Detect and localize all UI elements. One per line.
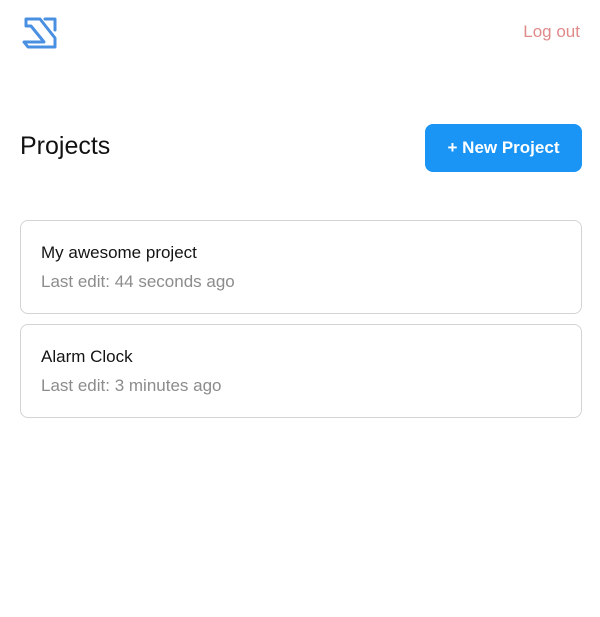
project-last-edit: Last edit: 3 minutes ago [41, 376, 222, 395]
page-title: Projects [20, 132, 111, 160]
project-name: Alarm Clock [41, 347, 133, 366]
logout-link[interactable]: Log out [523, 22, 580, 42]
project-card[interactable]: Alarm Clock Last edit: 3 minutes ago [20, 324, 582, 418]
project-name: My awesome project [41, 243, 197, 262]
new-project-button[interactable]: + New Project [425, 124, 582, 172]
app-header: Log out [0, 0, 600, 70]
project-list: My awesome project Last edit: 44 seconds… [20, 220, 582, 428]
project-card[interactable]: My awesome project Last edit: 44 seconds… [20, 220, 582, 314]
project-last-edit: Last edit: 44 seconds ago [41, 272, 235, 291]
app-logo-icon[interactable] [22, 16, 60, 50]
